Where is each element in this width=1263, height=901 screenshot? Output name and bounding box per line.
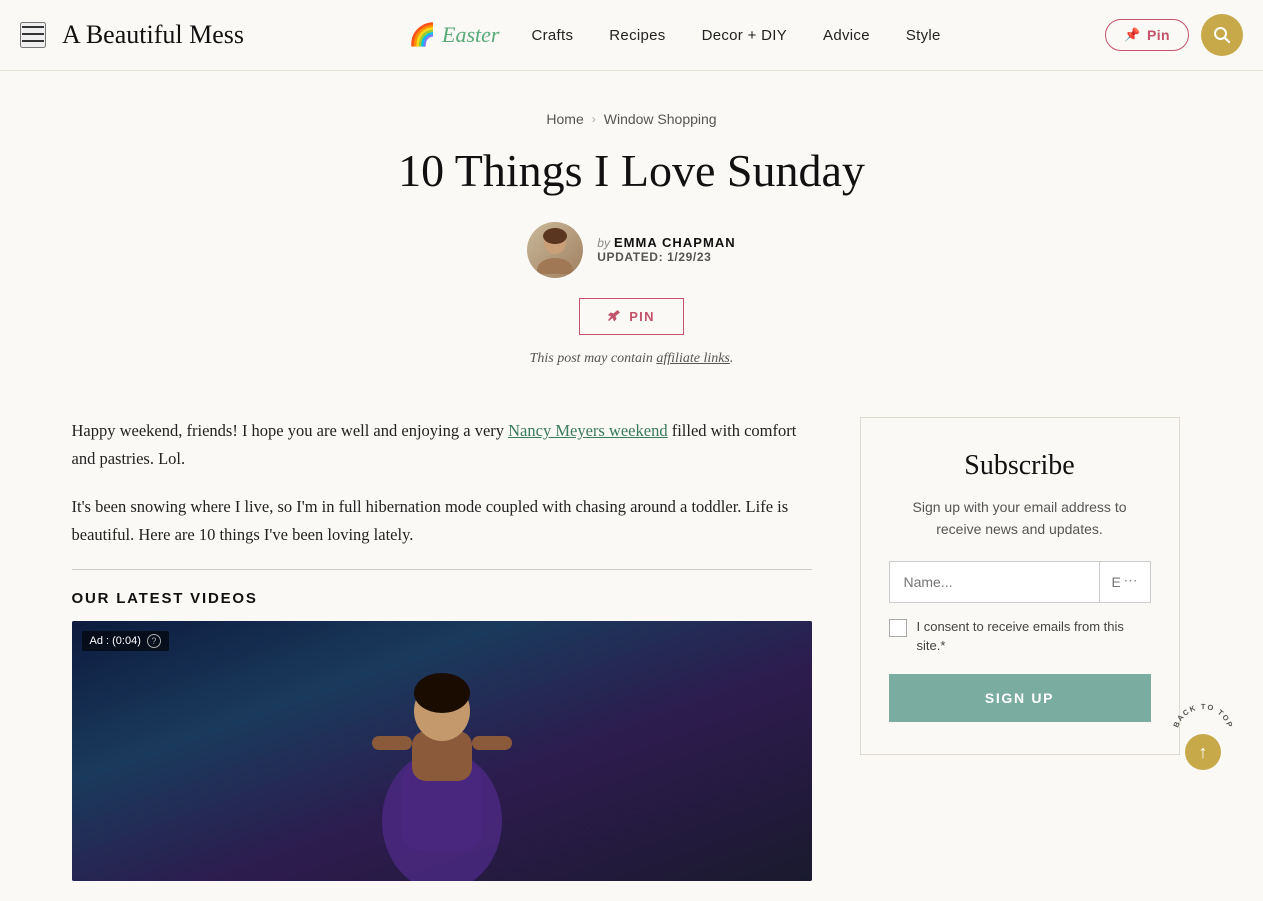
- article-body: Happy weekend, friends! I hope you are w…: [72, 417, 812, 549]
- back-to-top[interactable]: BACK TO TOP ↑: [1173, 702, 1233, 770]
- rainbow-icon: 🌈: [409, 22, 436, 48]
- consent-text: I consent to receive emails from this si…: [917, 617, 1151, 656]
- header-pin-button[interactable]: 📌 Pin: [1105, 19, 1189, 51]
- pin-icon: 📌: [1124, 27, 1141, 43]
- ad-help-icon[interactable]: ?: [147, 634, 161, 648]
- subscribe-title: Subscribe: [889, 450, 1151, 482]
- article-pin-button[interactable]: PIN: [579, 298, 684, 335]
- author-info: by EMMA CHAPMAN UPDATED: 1/29/23: [597, 235, 735, 264]
- updated-label: UPDATED:: [597, 250, 663, 264]
- svg-text:BACK TO TOP: BACK TO TOP: [1173, 702, 1233, 730]
- author-updated: UPDATED: 1/29/23: [597, 250, 735, 264]
- subscribe-box: Subscribe Sign up with your email addres…: [860, 417, 1180, 755]
- header-center: 🌈 Easter Crafts Recipes Decor + DIY Advi…: [244, 22, 1105, 48]
- ad-badge: Ad : (0:04) ?: [82, 631, 169, 651]
- main-content: Happy weekend, friends! I hope you are w…: [72, 417, 812, 881]
- back-to-top-arrow[interactable]: ↑: [1185, 734, 1221, 770]
- updated-date: 1/29/23: [667, 250, 711, 264]
- breadcrumb-separator: ›: [592, 112, 596, 126]
- author-row: by EMMA CHAPMAN UPDATED: 1/29/23: [20, 222, 1243, 278]
- breadcrumb-current: Window Shopping: [604, 111, 717, 127]
- video-section-title: OUR LATEST VIDEOS: [72, 590, 812, 607]
- main-nav: Crafts Recipes Decor + DIY Advice Style: [531, 27, 940, 44]
- site-logo[interactable]: A Beautiful Mess: [62, 20, 244, 50]
- header-left: A Beautiful Mess: [20, 20, 244, 50]
- subscribe-email-input[interactable]: [1112, 574, 1120, 590]
- content-wrapper: Happy weekend, friends! I hope you are w…: [32, 397, 1232, 901]
- video-section: OUR LATEST VIDEOS: [72, 569, 812, 881]
- back-to-top-arrow-icon: ↑: [1199, 742, 1208, 763]
- email-expand-icon[interactable]: ⋯: [1120, 573, 1142, 590]
- subscribe-inputs: ⋯: [889, 561, 1151, 603]
- nancy-meyers-link[interactable]: Nancy Meyers weekend: [508, 421, 667, 440]
- nav-style[interactable]: Style: [906, 27, 941, 44]
- nav-decor-diy[interactable]: Decor + DIY: [702, 27, 787, 44]
- breadcrumb: Home › Window Shopping: [20, 111, 1243, 127]
- article-title: 10 Things I Love Sunday: [20, 145, 1243, 198]
- nav-recipes[interactable]: Recipes: [609, 27, 665, 44]
- video-player[interactable]: Ad : (0:04) ?: [72, 621, 812, 881]
- article-paragraph-1: Happy weekend, friends! I hope you are w…: [72, 417, 812, 473]
- header-right: 📌 Pin: [1105, 14, 1243, 56]
- avatar-image: [527, 222, 583, 278]
- subscribe-name-input[interactable]: [889, 561, 1100, 603]
- affiliate-notice: This post may contain affiliate links.: [20, 351, 1243, 367]
- ad-badge-text: Ad : (0:04): [90, 635, 141, 647]
- subscribe-desc: Sign up with your email address to recei…: [889, 496, 1151, 541]
- search-button[interactable]: [1201, 14, 1243, 56]
- hamburger-button[interactable]: [20, 22, 46, 48]
- affiliate-link[interactable]: affiliate links: [656, 351, 730, 366]
- easter-badge[interactable]: 🌈 Easter: [409, 22, 500, 48]
- header-pin-label: Pin: [1147, 27, 1170, 43]
- easter-text: Easter: [442, 22, 499, 48]
- consent-checkbox[interactable]: [889, 619, 907, 637]
- consent-row: I consent to receive emails from this si…: [889, 617, 1151, 656]
- sidebar: Subscribe Sign up with your email addres…: [860, 417, 1180, 881]
- article-paragraph-2: It's been snowing where I live, so I'm i…: [72, 493, 812, 549]
- sign-up-button[interactable]: SIGN UP: [889, 674, 1151, 722]
- author-by-label: by: [597, 236, 610, 250]
- nav-crafts[interactable]: Crafts: [531, 27, 573, 44]
- author-name[interactable]: EMMA CHAPMAN: [614, 235, 736, 250]
- article-header: Home › Window Shopping 10 Things I Love …: [0, 71, 1263, 397]
- avatar: [527, 222, 583, 278]
- breadcrumb-home[interactable]: Home: [546, 111, 583, 127]
- site-header: A Beautiful Mess 🌈 Easter Crafts Recipes…: [0, 0, 1263, 71]
- article-pin-label: PIN: [629, 309, 655, 324]
- nav-advice[interactable]: Advice: [823, 27, 870, 44]
